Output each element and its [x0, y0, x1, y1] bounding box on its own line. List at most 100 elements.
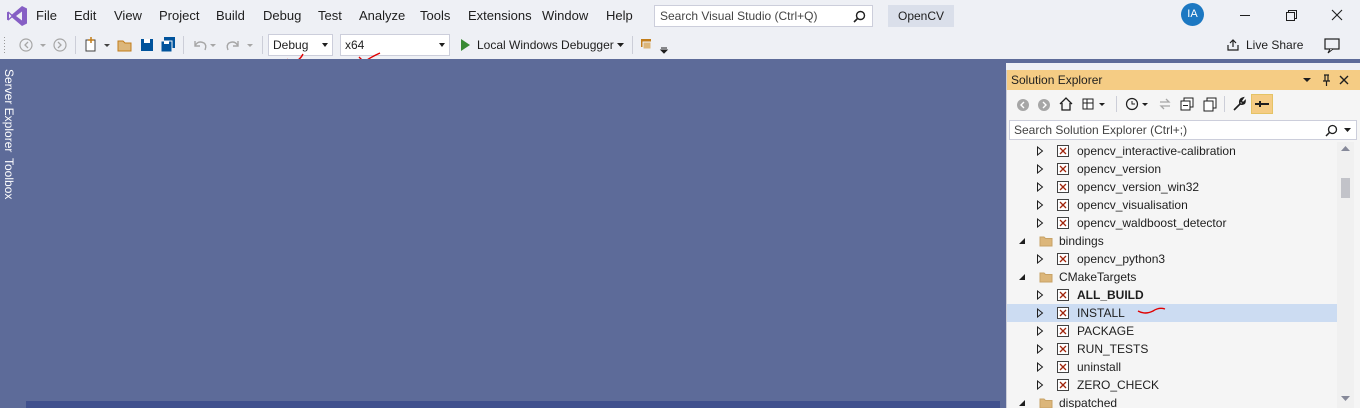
pin-icon[interactable] [1320, 73, 1332, 87]
live-share-icon [1227, 39, 1239, 51]
new-project-icon[interactable] [82, 31, 112, 59]
tree-item-label: opencv_interactive-calibration [1077, 144, 1236, 158]
tree-project-item[interactable]: ZERO_CHECK [1007, 376, 1337, 394]
menu-help[interactable]: Help [604, 0, 635, 31]
tree-folder-item[interactable]: dispatched [1007, 394, 1337, 408]
collapsed-triangle-icon[interactable] [1035, 344, 1045, 354]
menu-tools[interactable]: Tools [418, 0, 452, 31]
tree-project-item[interactable]: RUN_TESTS [1007, 340, 1337, 358]
feedback-icon[interactable] [1322, 31, 1344, 59]
minimize-button[interactable] [1222, 0, 1268, 31]
chevron-down-icon[interactable] [1301, 74, 1313, 86]
folder-icon [1039, 272, 1053, 283]
save-all-icon[interactable] [158, 31, 178, 59]
collapsed-triangle-icon[interactable] [1035, 200, 1045, 210]
folder-icon [1039, 398, 1053, 408]
scrollbar-thumb[interactable] [1341, 178, 1350, 198]
vertical-scrollbar[interactable] [1337, 142, 1354, 408]
tree-project-item[interactable]: opencv_python3 [1007, 250, 1337, 268]
panel-title: Solution Explorer [1011, 73, 1103, 87]
menu-analyze[interactable]: Analyze [357, 0, 407, 31]
collapsed-triangle-icon[interactable] [1035, 290, 1045, 300]
menu-build[interactable]: Build [214, 0, 247, 31]
tab-toolbox[interactable]: Toolbox [2, 158, 16, 199]
collapsed-triangle-icon[interactable] [1035, 380, 1045, 390]
navigate-forward-icon[interactable] [50, 31, 70, 59]
search-input[interactable]: Search Visual Studio (Ctrl+Q) [654, 5, 873, 27]
collapse-all-icon[interactable] [1179, 96, 1195, 112]
collapsed-triangle-icon[interactable] [1035, 146, 1045, 156]
menu-file[interactable]: File [34, 0, 59, 31]
tree-project-item[interactable]: PACKAGE [1007, 322, 1337, 340]
tree-item-label: INSTALL [1077, 306, 1125, 320]
tree-project-item[interactable]: opencv_interactive-calibration [1007, 142, 1337, 160]
toolbar-separator [1116, 96, 1117, 112]
collapsed-triangle-icon[interactable] [1035, 218, 1045, 228]
home-icon[interactable] [1058, 96, 1074, 112]
scroll-down-icon[interactable] [1341, 396, 1350, 402]
chevron-down-icon [617, 43, 624, 47]
menu-window[interactable]: Window [540, 0, 590, 31]
preview-selected-items-button[interactable] [1251, 94, 1273, 114]
tree-project-item[interactable]: opencv_version_win32 [1007, 178, 1337, 196]
browser-link-icon[interactable] [637, 31, 671, 59]
tree-item-label: opencv_version_win32 [1077, 180, 1200, 194]
tree-project-item[interactable]: ALL_BUILD [1007, 286, 1337, 304]
navigate-back-icon[interactable] [16, 31, 50, 59]
restore-button[interactable] [1268, 0, 1314, 31]
switch-views-icon[interactable] [1081, 96, 1109, 112]
collapsed-triangle-icon[interactable] [1035, 326, 1045, 336]
properties-wrench-icon[interactable] [1231, 96, 1247, 112]
expanded-triangle-icon[interactable] [1017, 236, 1027, 246]
forward-icon[interactable] [1036, 97, 1052, 113]
chevron-down-icon[interactable] [1344, 128, 1352, 133]
tree-item-label: opencv_python3 [1077, 252, 1166, 266]
tree-folder-item[interactable]: bindings [1007, 232, 1337, 250]
menu-test[interactable]: Test [316, 0, 344, 31]
tree-project-item[interactable]: opencv_waldboost_detector [1007, 214, 1337, 232]
search-placeholder: Search Visual Studio (Ctrl+Q) [660, 9, 818, 23]
tree-project-item[interactable]: opencv_visualisation [1007, 196, 1337, 214]
tree-item-label: RUN_TESTS [1077, 342, 1149, 356]
menu-debug[interactable]: Debug [261, 0, 303, 31]
menu-view[interactable]: View [112, 0, 144, 31]
collapsed-triangle-icon[interactable] [1035, 164, 1045, 174]
undo-icon[interactable] [189, 31, 219, 59]
live-share-button[interactable]: Live Share [1226, 31, 1306, 59]
expanded-triangle-icon[interactable] [1017, 398, 1027, 408]
open-file-icon[interactable] [115, 31, 135, 59]
sync-with-document-icon[interactable] [1157, 96, 1173, 112]
tree-project-item[interactable]: opencv_version [1007, 160, 1337, 178]
toolbar-separator [1224, 96, 1225, 112]
tree-project-item[interactable]: INSTALL [1007, 304, 1337, 322]
back-icon[interactable] [1015, 97, 1031, 113]
collapsed-triangle-icon[interactable] [1035, 362, 1045, 372]
menu-project[interactable]: Project [157, 0, 201, 31]
toolbar-grip-icon [4, 37, 5, 53]
scroll-up-icon[interactable] [1341, 146, 1350, 152]
preview-icon [1255, 101, 1269, 107]
toolbar-separator [75, 36, 76, 54]
cpp-project-icon [1057, 361, 1069, 373]
pending-changes-filter-icon[interactable] [1124, 96, 1152, 112]
close-icon[interactable] [1338, 74, 1350, 86]
collapsed-triangle-icon[interactable] [1035, 254, 1045, 264]
show-all-files-icon[interactable] [1202, 96, 1218, 112]
start-debugging-button[interactable]: Local Windows Debugger [456, 31, 630, 59]
tab-server-explorer[interactable]: Server Explorer [2, 69, 16, 152]
collapsed-triangle-icon[interactable] [1035, 308, 1045, 318]
cpp-project-icon [1057, 325, 1069, 337]
tree-folder-item[interactable]: CMakeTargets [1007, 268, 1337, 286]
menu-extensions[interactable]: Extensions [466, 0, 534, 31]
menu-edit[interactable]: Edit [72, 0, 98, 31]
collapsed-triangle-icon[interactable] [1035, 182, 1045, 192]
solution-explorer-toolbar [1007, 90, 1360, 119]
solution-explorer-search-input[interactable]: Search Solution Explorer (Ctrl+;) [1009, 120, 1357, 140]
close-button[interactable] [1314, 0, 1360, 31]
tree-project-item[interactable]: uninstall [1007, 358, 1337, 376]
expanded-triangle-icon[interactable] [1017, 272, 1027, 282]
tree-item-label: opencv_version [1077, 162, 1162, 176]
avatar[interactable]: IA [1181, 3, 1204, 26]
redo-icon[interactable] [222, 31, 258, 59]
save-icon[interactable] [138, 31, 156, 59]
